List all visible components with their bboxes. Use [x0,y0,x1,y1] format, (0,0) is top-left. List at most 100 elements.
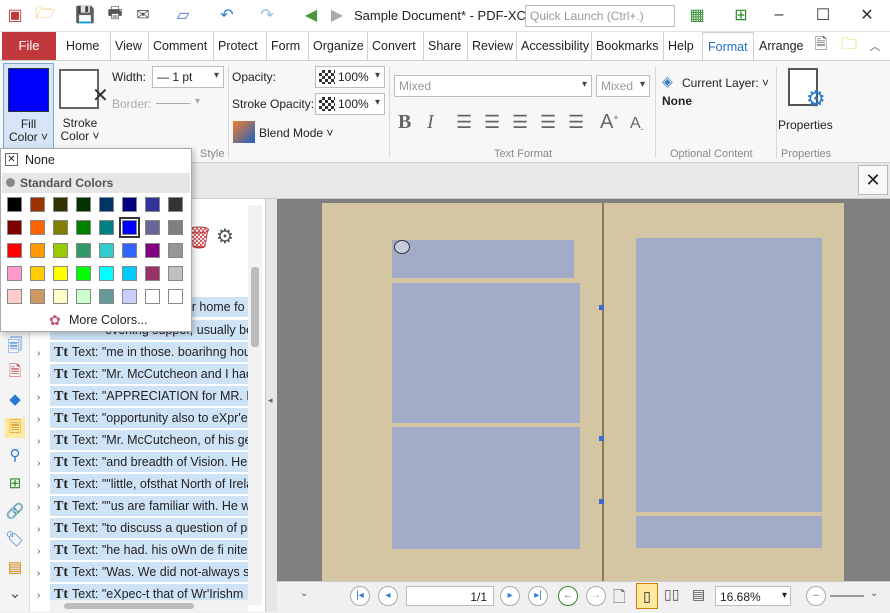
content-icon[interactable]: 🗏 [5,418,25,438]
color-swatch[interactable] [168,220,183,235]
color-swatch[interactable] [53,220,68,235]
color-swatch[interactable] [30,289,45,304]
color-swatch[interactable] [7,220,22,235]
color-swatch[interactable] [145,243,160,258]
color-swatch[interactable] [119,217,140,238]
list-item[interactable]: Tt Text: "to discuss a question of pol [50,518,248,539]
tab-view[interactable]: View [110,32,144,60]
list-item[interactable]: Tt Text: "Mr. McCutcheon and I had [50,364,248,385]
stroke-opacity-dropdown[interactable]: 100% ▾ [315,93,385,115]
selection-handle[interactable] [599,305,604,310]
forward-icon[interactable]: ▶ [326,4,348,26]
tab-protect[interactable]: Protect [213,32,260,60]
blend-mode-icon[interactable] [233,121,255,143]
redo-icon[interactable]: ↷ [256,4,278,26]
collapse-ribbon-icon[interactable]: ︿ [864,35,886,57]
color-swatch[interactable] [145,220,160,235]
current-layer-button[interactable]: Current Layer: ˅ [682,76,769,90]
properties-button[interactable]: ⚙ Properties [778,66,833,136]
options-icon[interactable]: ⌄ [300,588,308,599]
tab-convert[interactable]: Convert [367,32,418,60]
layers-icon[interactable]: ◆ [5,390,25,410]
destinations-icon[interactable]: ⚲ [5,446,25,466]
color-swatch[interactable] [99,197,114,212]
text-selection[interactable] [636,516,822,548]
stroke-color-button[interactable]: ✕ Stroke Color ˅ [56,63,109,149]
color-swatch[interactable] [122,243,137,258]
color-swatch[interactable] [145,266,160,281]
none-color-icon[interactable]: ✕ [5,153,18,166]
color-swatch[interactable] [53,289,68,304]
undo-icon[interactable]: ↶ [216,4,238,26]
panel-scrollbar[interactable] [248,205,262,605]
justify-all-icon[interactable]: ☰ [568,112,584,133]
app-icon[interactable]: ▣ [4,4,26,26]
prev-page-icon[interactable]: ◂ [378,586,398,606]
color-swatch[interactable] [53,243,68,258]
minimize-icon[interactable]: – [768,4,790,26]
scrollbar-thumb[interactable] [64,603,194,609]
color-swatch[interactable] [53,266,68,281]
close-icon[interactable]: ✕ [856,4,878,26]
text-selection[interactable] [392,240,574,278]
tab-help[interactable]: Help [663,32,696,60]
text-selection[interactable] [636,238,822,512]
none-option[interactable]: None [25,153,55,167]
color-swatch[interactable] [30,220,45,235]
color-swatch[interactable] [7,266,22,281]
color-swatch[interactable] [99,289,114,304]
structure-icon[interactable]: ⊞ [5,474,25,494]
list-item[interactable]: Tt Text: "opportunity also to eXpr'ess [50,408,248,429]
page-number-input[interactable]: 1/1 [406,586,494,606]
width-dropdown[interactable]: — 1 pt ▾ [152,66,224,88]
selection-handle[interactable] [599,436,604,441]
align-right-icon[interactable]: ☰ [512,112,528,133]
maximize-icon[interactable]: ☐ [812,4,834,26]
subscript-icon[interactable]: A- [630,115,644,134]
facing-icon[interactable]: ▯▯ [664,586,679,603]
quick-launch-input[interactable]: Quick Launch (Ctrl+.) [525,5,675,27]
opacity-dropdown[interactable]: 100% ▾ [315,66,385,88]
save-icon[interactable]: 💾 [74,4,96,26]
collapse-panel-icon[interactable]: ◂ [268,395,273,406]
tab-comment[interactable]: Comment [148,32,209,60]
blend-mode-button[interactable]: Blend Mode ˅ [259,126,333,140]
color-swatch[interactable] [76,289,91,304]
color-swatch[interactable] [7,197,22,212]
color-swatch[interactable] [30,197,45,212]
list-item[interactable]: Tt Text: ""us are familiar with. He wa [50,496,248,517]
close-panel-icon[interactable]: ✕ [858,165,888,195]
color-swatch[interactable] [99,266,114,281]
color-swatch[interactable] [76,220,91,235]
tab-accessibility[interactable]: Accessibility [516,32,591,60]
forward-view-icon[interactable]: → [586,586,606,606]
tab-share[interactable]: Share [423,32,463,60]
palette-icon[interactable]: ✿ [49,312,61,329]
list-item[interactable]: Tt Text: "APPRECIATION for MR. MC [50,386,248,407]
color-swatch[interactable] [99,243,114,258]
email-icon[interactable]: ✉ [132,4,154,26]
tab-file[interactable]: File [2,32,56,60]
color-swatch[interactable] [7,289,22,304]
back-view-icon[interactable]: ← [558,586,578,606]
color-swatch[interactable] [7,243,22,258]
bold-icon[interactable]: B [398,111,411,134]
align-left-icon[interactable]: ☰ [456,112,472,133]
links-icon[interactable]: 🔗 [5,502,25,522]
color-swatch[interactable] [30,243,45,258]
list-item[interactable]: Tt Text: "and breadth of Vision. He h [50,452,248,473]
color-swatch[interactable] [76,266,91,281]
color-swatch[interactable] [122,289,137,304]
tab-format[interactable]: Format [702,32,754,60]
list-item[interactable]: Tt Text: "Mr. McCutcheon, of his ger [50,430,248,451]
tab-form[interactable]: Form [266,32,302,60]
panel-splitter[interactable]: ◂ [265,199,277,612]
tab-organize[interactable]: Organize [308,32,366,60]
continuous-icon[interactable]: ▯ [636,583,658,609]
fields-icon[interactable]: ▤ [5,558,25,578]
horizontal-scrollbar[interactable] [50,600,248,612]
font-family-dropdown[interactable]: Mixed ▾ [394,75,592,97]
color-swatch[interactable] [76,197,91,212]
more-colors-button[interactable]: More Colors... [69,313,148,327]
list-item[interactable]: Tt Text: "Was. We did not-always se [50,562,248,583]
